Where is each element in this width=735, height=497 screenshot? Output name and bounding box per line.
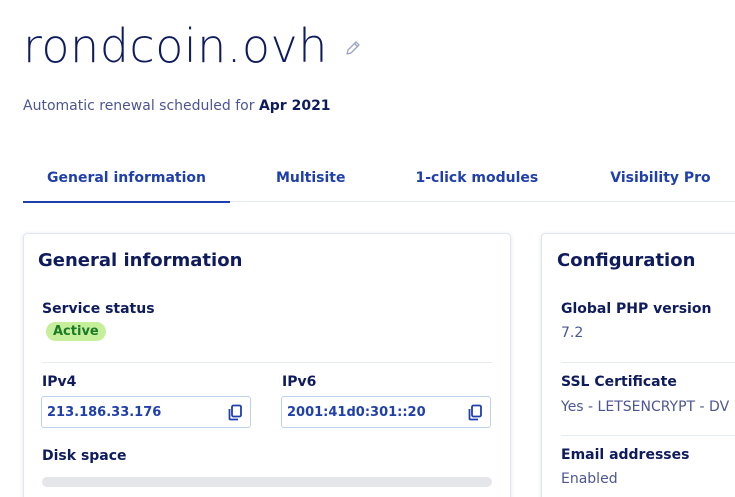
- tab-1-click-modules[interactable]: 1-click modules: [391, 164, 562, 202]
- copy-icon[interactable]: [466, 403, 484, 421]
- general-information-card: General information Service status Activ…: [23, 233, 511, 497]
- copy-icon[interactable]: [226, 403, 244, 421]
- card-title: Configuration: [557, 250, 696, 271]
- ssl-certificate-label: SSL Certificate: [561, 374, 677, 390]
- card-title: General information: [38, 250, 243, 271]
- ipv6-field: 2001:41d0:301::20: [281, 396, 491, 428]
- page-header: rondcoin.ovh: [23, 14, 362, 78]
- php-version-label: Global PHP version: [561, 301, 712, 317]
- tab-bar: General information Multisite 1-click mo…: [23, 164, 735, 203]
- email-addresses-label: Email addresses: [561, 447, 690, 463]
- divider: [561, 362, 735, 363]
- ipv4-label: IPv4: [42, 374, 77, 390]
- tab-multisite[interactable]: Multisite: [252, 164, 370, 202]
- tab-general-information[interactable]: General information: [23, 164, 230, 203]
- divider: [561, 435, 735, 436]
- ipv6-label: IPv6: [282, 374, 317, 390]
- ipv4-field: 213.186.33.176: [41, 396, 251, 428]
- email-addresses-value: Enabled: [561, 471, 618, 487]
- configuration-card: Configuration Global PHP version 7.2 SSL…: [541, 233, 735, 497]
- page-title: rondcoin.ovh: [23, 19, 328, 73]
- disk-space-bar: [42, 477, 492, 487]
- renewal-info: Automatic renewal scheduled for Apr 2021: [23, 98, 331, 114]
- renewal-prefix: Automatic renewal scheduled for: [23, 98, 259, 114]
- divider: [42, 362, 492, 363]
- ssl-certificate-value: Yes - LETSENCRYPT - DV: [561, 399, 730, 415]
- disk-space-label: Disk space: [42, 448, 127, 464]
- pencil-icon[interactable]: [344, 39, 362, 57]
- renewal-date: Apr 2021: [258, 98, 331, 114]
- status-badge: Active: [46, 322, 106, 341]
- ipv4-value: 213.186.33.176: [47, 404, 162, 420]
- service-status-label: Service status: [42, 301, 155, 317]
- ipv6-value: 2001:41d0:301::20: [287, 404, 426, 420]
- tab-visibility-pro[interactable]: Visibility Pro: [586, 164, 734, 202]
- php-version-value: 7.2: [561, 325, 584, 341]
